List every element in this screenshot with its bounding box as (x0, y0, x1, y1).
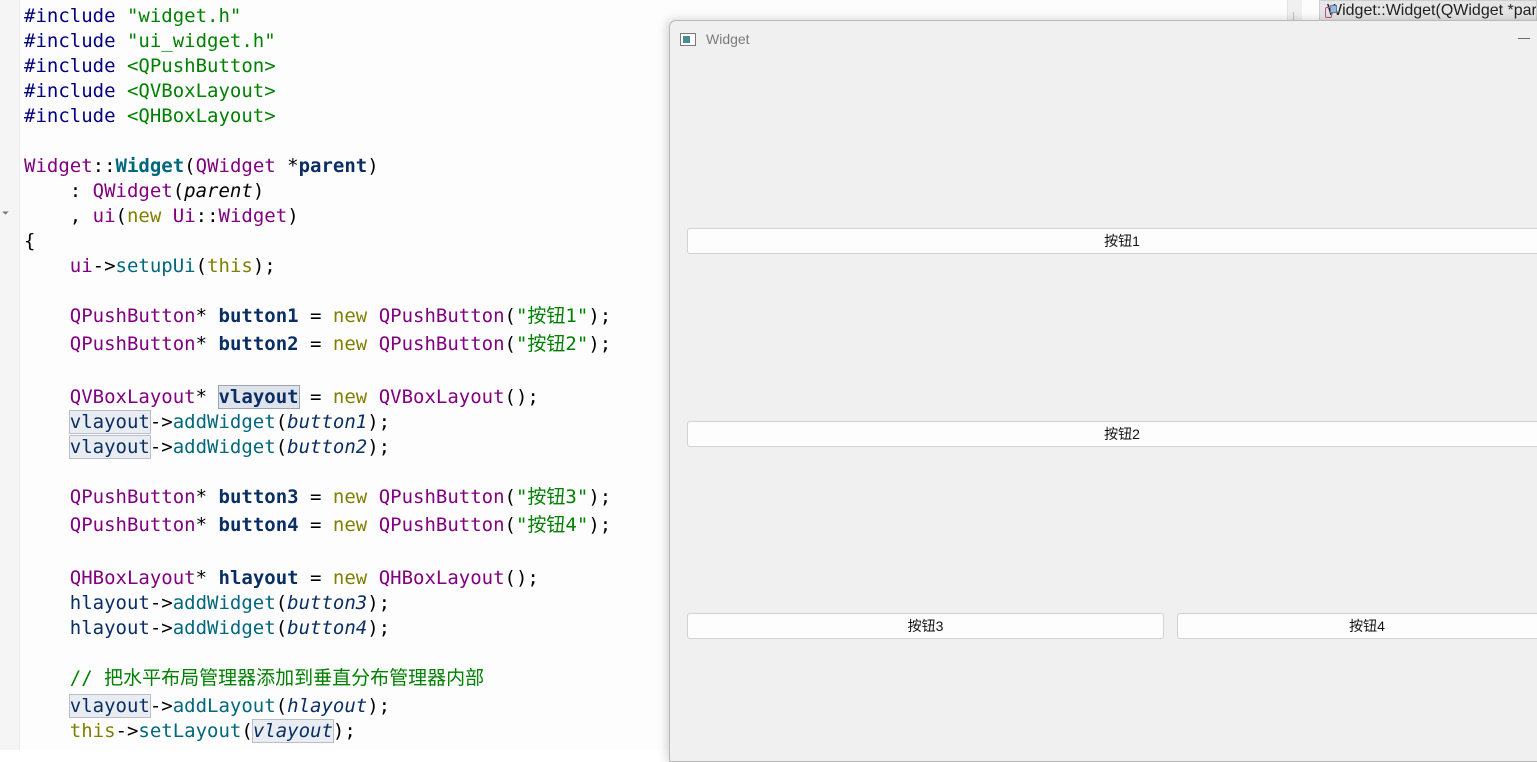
code-line-setlayout: this->setLayout(vlayout); (69, 719, 356, 743)
fold-arrow-icon[interactable]: ⏷ (2, 209, 9, 219)
code-line-button4: QPushButton* button4 = new QPushButton("… (69, 514, 612, 536)
code-line-comment: // 把水平布局管理器添加到垂直分布管理器内部 (69, 667, 485, 689)
editor-split-gutter (1287, 0, 1302, 22)
code-line-vlayout-decl: QVBoxLayout* vlayout = new QVBoxLayout()… (69, 385, 539, 409)
window-title: Widget (706, 31, 750, 47)
code-line-setupui: ui->setupUi(this); (69, 255, 276, 277)
window-titlebar[interactable]: Widget (670, 21, 1537, 59)
code-line-vlayout-add1: vlayout->addWidget(button1); (68, 410, 391, 434)
code-line-init-ui: , ui(new Ui::Widget) (24, 205, 299, 227)
function-selector[interactable]: Widget::Widget(QWidget *parent) (1319, 0, 1537, 22)
button-3[interactable]: 按钮3 (687, 613, 1164, 639)
code-line-include-qpushbutton: #include <QPushButton> (24, 55, 276, 77)
code-line-include-widget: #include "widget.h" (24, 5, 242, 27)
code-line-include-qhboxlayout: #include <QHBoxLayout> (24, 105, 276, 127)
split-tick (1293, 12, 1294, 20)
code-line-button2: QPushButton* button2 = new QPushButton("… (69, 333, 612, 355)
code-line-constructor: Widget::Widget(QWidget *parent) (24, 155, 379, 177)
editor-gutter (0, 0, 20, 750)
code-line-open-brace: { (24, 230, 36, 252)
code-line-button1: QPushButton* button1 = new QPushButton("… (69, 305, 612, 327)
code-line-hlayout-decl: QHBoxLayout* hlayout = new QHBoxLayout()… (69, 567, 539, 589)
button-4[interactable]: 按钮4 (1177, 613, 1537, 639)
function-selector-label: Widget::Widget(QWidget *parent) (1327, 2, 1537, 19)
code-line-addlayout: vlayout->addLayout(hlayout); (68, 694, 391, 718)
code-line-hlayout-add4: hlayout->addWidget(button4); (69, 617, 391, 639)
window-app-icon (680, 33, 696, 46)
minimize-icon[interactable] (1518, 38, 1530, 39)
widget-window[interactable]: Widget 按钮1 按钮2 按钮3 按钮4 (669, 20, 1537, 762)
code-line-button3: QPushButton* button3 = new QPushButton("… (69, 486, 612, 508)
button-1[interactable]: 按钮1 (687, 228, 1537, 254)
code-line-vlayout-add2: vlayout->addWidget(button2); (68, 435, 391, 459)
code-line-include-ui-widget: #include "ui_widget.h" (24, 30, 276, 52)
button-2[interactable]: 按钮2 (687, 421, 1537, 447)
code-line-include-qvboxlayout: #include <QVBoxLayout> (24, 80, 276, 102)
code-line-hlayout-add3: hlayout->addWidget(button3); (69, 592, 391, 614)
code-line-init-qwidget: : QWidget(parent) (24, 180, 265, 202)
